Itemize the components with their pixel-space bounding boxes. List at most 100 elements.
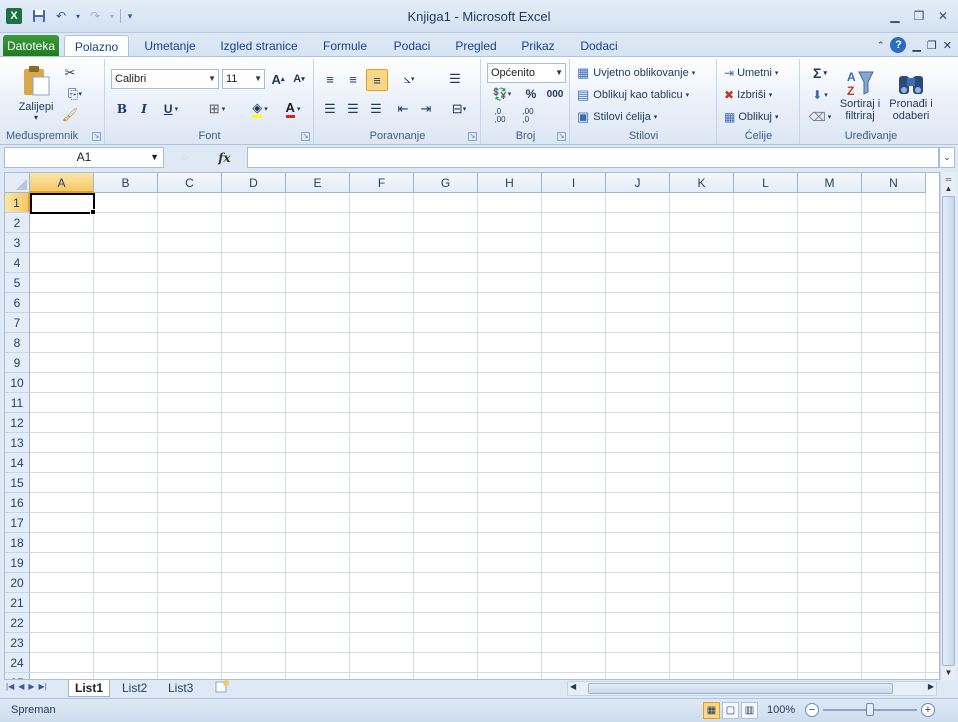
- excel-app-icon[interactable]: X: [6, 8, 22, 24]
- row-header[interactable]: 24: [5, 653, 30, 673]
- cell-styles-button[interactable]: ▣ Stilovi ćelija ▾: [577, 107, 657, 127]
- wrap-text-icon[interactable]: ☰: [445, 69, 465, 89]
- column-header[interactable]: F: [350, 173, 414, 193]
- merge-center-icon[interactable]: ⊟ ▾: [445, 99, 473, 119]
- align-bottom-icon[interactable]: ≡: [366, 69, 388, 91]
- zoom-out-icon[interactable]: −: [805, 703, 819, 717]
- help-icon[interactable]: ?: [890, 37, 907, 53]
- column-header[interactable]: J: [606, 173, 670, 193]
- conditional-formatting-button[interactable]: ▦ Uvjetno oblikovanje ▾: [577, 63, 695, 83]
- sheet-tab-list2[interactable]: List2: [116, 680, 153, 697]
- number-launcher-icon[interactable]: ↘: [557, 132, 566, 141]
- prev-sheet-icon[interactable]: ◀: [18, 682, 24, 691]
- undo-icon[interactable]: ↶: [52, 7, 70, 25]
- column-header[interactable]: M: [798, 173, 862, 193]
- align-right-icon[interactable]: ☰: [366, 99, 386, 119]
- next-sheet-icon[interactable]: ▶: [28, 682, 34, 691]
- row-header[interactable]: 17: [5, 513, 30, 533]
- undo-dropdown-icon[interactable]: ▾: [74, 7, 82, 25]
- row-header[interactable]: 2: [5, 213, 30, 233]
- row-header[interactable]: 12: [5, 413, 30, 433]
- scroll-right-icon[interactable]: ▶: [928, 682, 934, 691]
- workbook-restore-icon[interactable]: ❐: [927, 39, 937, 52]
- borders-button[interactable]: ⊞ ▾: [202, 99, 232, 119]
- row-header[interactable]: 10: [5, 373, 30, 393]
- percent-button[interactable]: %: [522, 85, 540, 103]
- tab-izgled-stranice[interactable]: Izgled stranice: [214, 35, 304, 57]
- insert-cells-button[interactable]: ⇥ Umetni ▾: [724, 63, 778, 83]
- row-header[interactable]: 13: [5, 433, 30, 453]
- number-format-combo[interactable]: Općenito ▼: [487, 63, 566, 83]
- accounting-format-icon[interactable]: 💱 ▾: [488, 85, 516, 103]
- insert-sheet-icon[interactable]: [208, 680, 236, 697]
- workbook-close-icon[interactable]: ✕: [943, 39, 952, 52]
- column-header[interactable]: I: [542, 173, 606, 193]
- customize-qat-icon[interactable]: ▾: [125, 7, 135, 25]
- column-header[interactable]: N: [862, 173, 926, 193]
- workbook-minimize-icon[interactable]: ▁: [912, 39, 920, 52]
- column-header[interactable]: H: [478, 173, 542, 193]
- row-header[interactable]: 4: [5, 253, 30, 273]
- tab-prikaz[interactable]: Prikaz: [514, 35, 562, 57]
- copy-icon[interactable]: ⎘ ▾: [62, 86, 88, 102]
- row-header[interactable]: 16: [5, 493, 30, 513]
- row-header[interactable]: 6: [5, 293, 30, 313]
- cell-area[interactable]: [30, 193, 939, 679]
- select-all-button[interactable]: [5, 173, 30, 193]
- autosum-button[interactable]: Σ ▾: [807, 63, 833, 83]
- horizontal-scrollbar[interactable]: ◀ ▶: [567, 681, 937, 696]
- row-header[interactable]: 18: [5, 533, 30, 553]
- shrink-font-button[interactable]: A ▾: [290, 69, 308, 89]
- align-center-icon[interactable]: ☰: [343, 99, 363, 119]
- active-cell[interactable]: [30, 193, 95, 214]
- minimize-icon[interactable]: ▁: [886, 8, 904, 24]
- expand-formula-bar-icon[interactable]: ⌄: [939, 147, 955, 168]
- align-middle-icon[interactable]: ≡: [343, 69, 363, 89]
- row-header[interactable]: 15: [5, 473, 30, 493]
- row-header[interactable]: 20: [5, 573, 30, 593]
- sheet-tab-list1[interactable]: List1: [68, 680, 111, 697]
- restore-icon[interactable]: ❐: [910, 8, 928, 24]
- close-icon[interactable]: ✕: [934, 8, 952, 24]
- vertical-scrollbar[interactable]: ═ ▲ ▼: [940, 172, 956, 680]
- row-header[interactable]: 14: [5, 453, 30, 473]
- row-header[interactable]: 19: [5, 553, 30, 573]
- scroll-down-icon[interactable]: ▼: [941, 665, 956, 680]
- format-cells-button[interactable]: ▦ Oblikuj ▾: [724, 107, 778, 127]
- column-header[interactable]: E: [286, 173, 350, 193]
- minimize-ribbon-icon[interactable]: ⌃: [877, 40, 885, 51]
- zoom-level[interactable]: 100%: [767, 704, 795, 716]
- zoom-in-icon[interactable]: +: [921, 703, 935, 717]
- delete-cells-button[interactable]: ✖ Izbriši ▾: [724, 85, 772, 105]
- row-header[interactable]: 25: [5, 673, 30, 679]
- tab-polazno[interactable]: Polazno: [64, 35, 129, 57]
- column-header[interactable]: C: [158, 173, 222, 193]
- row-header[interactable]: 1: [5, 193, 30, 213]
- tab-dodaci[interactable]: Dodaci: [574, 35, 624, 57]
- row-header[interactable]: 22: [5, 613, 30, 633]
- sort-filter-button[interactable]: AZ Sortiraj i filtriraj: [837, 63, 883, 127]
- row-header[interactable]: 23: [5, 633, 30, 653]
- find-select-button[interactable]: Pronađi i odaberi: [885, 63, 937, 127]
- scroll-up-icon[interactable]: ▲: [941, 181, 956, 196]
- tab-umetanje[interactable]: Umetanje: [138, 35, 202, 57]
- tab-podaci[interactable]: Podaci: [386, 35, 438, 57]
- column-header[interactable]: A: [30, 173, 94, 193]
- normal-view-icon[interactable]: ▦: [703, 702, 720, 719]
- font-name-combo[interactable]: Calibri ▼: [111, 69, 219, 89]
- row-header[interactable]: 11: [5, 393, 30, 413]
- clear-button[interactable]: ⌫ ▾: [807, 107, 833, 127]
- last-sheet-icon[interactable]: ▶|: [39, 682, 47, 691]
- alignment-launcher-icon[interactable]: ↘: [468, 132, 477, 141]
- tab-pregled[interactable]: Pregled: [450, 35, 502, 57]
- cut-icon[interactable]: ✂: [62, 65, 78, 81]
- align-top-icon[interactable]: ≡: [320, 69, 340, 89]
- increase-indent-icon[interactable]: ⇥: [416, 99, 436, 119]
- tab-datoteka[interactable]: Datoteka: [3, 35, 59, 57]
- clipboard-launcher-icon[interactable]: ↘: [92, 132, 101, 141]
- save-icon[interactable]: [30, 7, 48, 25]
- column-header[interactable]: K: [670, 173, 734, 193]
- align-left-icon[interactable]: ☰: [320, 99, 340, 119]
- fill-button[interactable]: ⬇ ▾: [807, 85, 833, 105]
- page-break-view-icon[interactable]: ▥: [741, 702, 758, 719]
